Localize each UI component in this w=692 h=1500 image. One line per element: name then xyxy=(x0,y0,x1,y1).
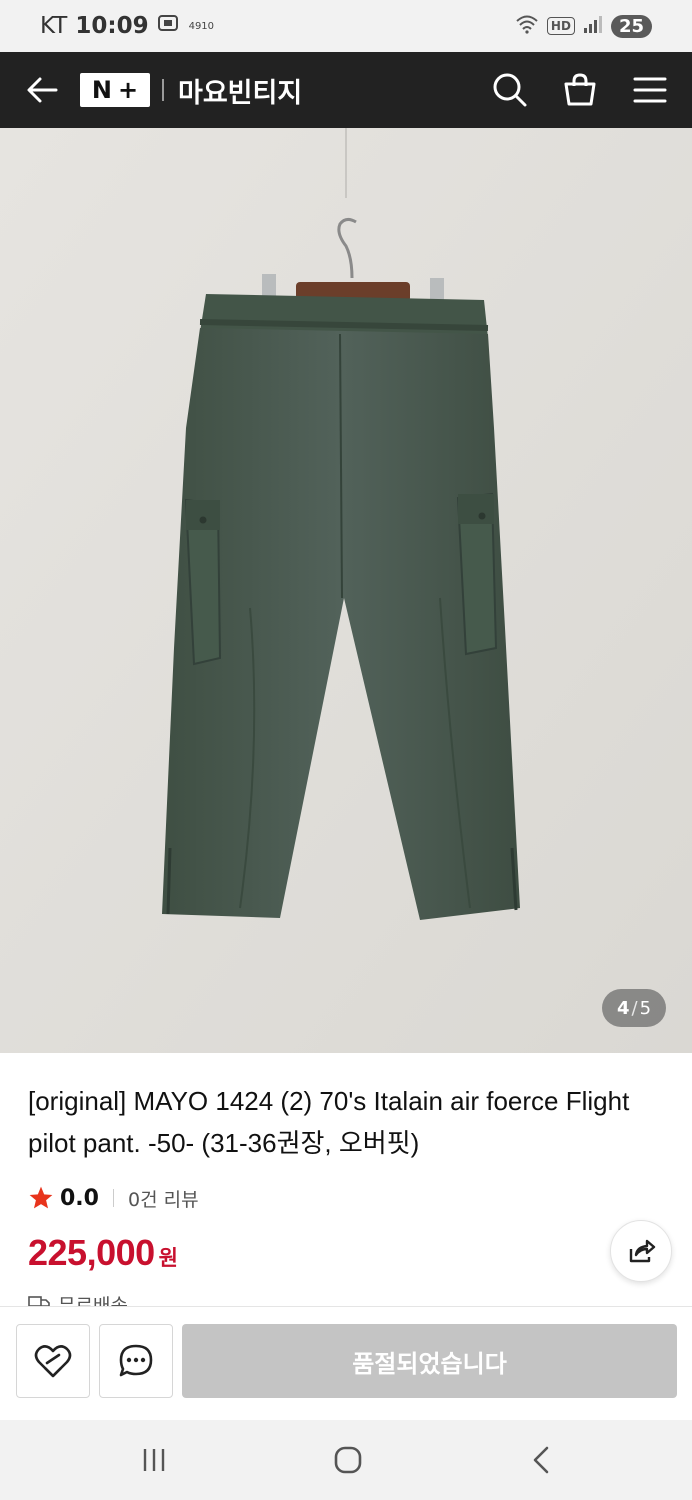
clock: 10:09 xyxy=(75,13,149,39)
status-bar: KT 10:09 4910 HD 25 xyxy=(0,0,692,52)
price-unit: 원 xyxy=(158,1246,178,1270)
chevron-left-icon xyxy=(533,1446,549,1474)
rating-row[interactable]: 0.0 0건 리뷰 xyxy=(28,1182,199,1214)
price-value: 225,000 xyxy=(28,1232,155,1273)
search-button[interactable] xyxy=(490,70,530,110)
battery-indicator: 25 xyxy=(610,14,652,38)
home-button[interactable] xyxy=(328,1440,368,1480)
logo-n: N xyxy=(91,76,112,104)
screenshot-icon xyxy=(157,13,179,39)
product-title: [original] MAYO 1424 (2) 70's Italain ai… xyxy=(28,1086,630,1158)
system-nav-bar xyxy=(0,1420,692,1500)
status-small-label: 4910 xyxy=(188,20,215,32)
recent-apps-icon xyxy=(143,1449,165,1471)
bottom-action-bar: 품절되었습니다 xyxy=(0,1306,692,1420)
price-row: 225,000 원 xyxy=(28,1232,178,1274)
soldout-button[interactable]: 품절되었습니다 xyxy=(182,1324,677,1398)
menu-button[interactable] xyxy=(630,70,670,110)
total-pages: 5 xyxy=(639,997,652,1019)
review-count[interactable]: 0건 리뷰 xyxy=(128,1185,199,1212)
hd-badge: HD xyxy=(546,17,575,35)
app-header: N + 마요빈티지 xyxy=(0,52,692,128)
system-back-button[interactable] xyxy=(522,1440,562,1480)
home-icon xyxy=(334,1446,362,1474)
signal-icon xyxy=(583,14,603,38)
truck-icon xyxy=(28,1290,50,1306)
rating-value: 0.0 xyxy=(60,1185,99,1211)
current-page: 4 xyxy=(616,997,630,1019)
logo-plus: + xyxy=(117,76,139,104)
shipping-info-partial: 무료배송 xyxy=(28,1290,128,1306)
pants-photo xyxy=(0,128,692,1053)
share-icon xyxy=(629,1239,656,1263)
page-separator: / xyxy=(631,997,638,1019)
wifi-icon xyxy=(515,14,539,38)
talk-button[interactable] xyxy=(99,1324,173,1398)
carrier-label: KT xyxy=(40,13,68,39)
product-image[interactable]: 4 / 5 xyxy=(0,128,692,1053)
recent-apps-button[interactable] xyxy=(134,1440,174,1480)
star-icon xyxy=(29,1186,53,1209)
rating-divider xyxy=(112,1189,114,1207)
naver-plus-logo[interactable]: N + xyxy=(80,73,150,107)
back-button[interactable] xyxy=(22,70,62,110)
store-name[interactable]: 마요빈티지 xyxy=(178,71,302,110)
share-button[interactable] xyxy=(610,1220,672,1282)
cart-button[interactable] xyxy=(560,70,600,110)
header-divider xyxy=(162,79,164,101)
chat-bubble-icon xyxy=(119,1344,153,1377)
shipping-label: 무료배송 xyxy=(58,1295,128,1306)
menu-icon xyxy=(633,77,667,103)
search-icon xyxy=(493,73,527,107)
heart-icon xyxy=(34,1345,72,1378)
image-page-counter: 4 / 5 xyxy=(602,989,666,1027)
back-arrow-icon xyxy=(27,77,58,103)
wishlist-button[interactable] xyxy=(16,1324,90,1398)
cart-icon xyxy=(564,73,596,106)
